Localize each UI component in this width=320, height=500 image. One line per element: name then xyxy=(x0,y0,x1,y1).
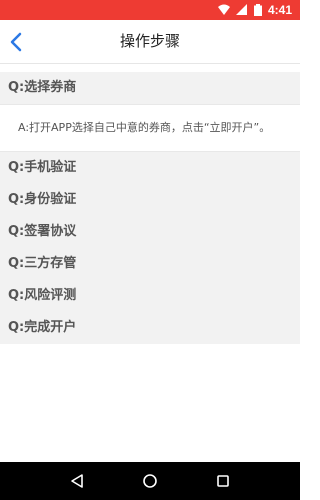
faq-answer: A:打开APP选择自己中意的券商，点击“立即开户”。 xyxy=(0,104,300,152)
faq-question[interactable]: Q:风险评测 xyxy=(0,280,300,312)
nav-home-button[interactable] xyxy=(138,469,162,493)
faq-question[interactable]: Q:手机验证 xyxy=(0,152,300,184)
faq-item-complete-account[interactable]: Q:完成开户 xyxy=(0,312,300,344)
faq-item-phone-verify[interactable]: Q:手机验证 xyxy=(0,152,300,184)
faq-item-select-broker[interactable]: Q:选择券商 A:打开APP选择自己中意的券商，点击“立即开户”。 xyxy=(0,72,300,152)
header: 操作步骤 xyxy=(0,20,300,64)
status-time: 4:41 xyxy=(267,3,292,17)
faq-item-risk-assessment[interactable]: Q:风险评测 xyxy=(0,280,300,312)
system-nav-bar xyxy=(0,462,300,500)
faq-item-sign-agreement[interactable]: Q:签署协议 xyxy=(0,216,300,248)
faq-question[interactable]: Q:三方存管 xyxy=(0,248,300,280)
nav-home-icon xyxy=(143,474,157,488)
faq-question[interactable]: Q:签署协议 xyxy=(0,216,300,248)
nav-recents-button[interactable] xyxy=(211,469,235,493)
nav-back-button[interactable] xyxy=(65,469,89,493)
faq-question[interactable]: Q:选择券商 xyxy=(0,72,300,104)
status-bar: 4:41 xyxy=(0,0,300,20)
back-arrow-icon xyxy=(10,32,22,52)
faq-question[interactable]: Q:完成开户 xyxy=(0,312,300,344)
content: Q:选择券商 A:打开APP选择自己中意的券商，点击“立即开户”。 Q:手机验证… xyxy=(0,64,300,462)
nav-back-icon xyxy=(70,474,83,488)
back-button[interactable] xyxy=(2,28,30,56)
wifi-icon xyxy=(217,4,230,16)
nav-recents-icon xyxy=(217,475,230,487)
faq-list: Q:选择券商 A:打开APP选择自己中意的券商，点击“立即开户”。 Q:手机验证… xyxy=(0,72,300,344)
page-title: 操作步骤 xyxy=(119,33,180,50)
signal-icon xyxy=(235,4,248,16)
faq-question[interactable]: Q:身份验证 xyxy=(0,184,300,216)
faq-item-third-party-custody[interactable]: Q:三方存管 xyxy=(0,248,300,280)
battery-icon xyxy=(253,4,262,16)
faq-item-identity-verify[interactable]: Q:身份验证 xyxy=(0,184,300,216)
